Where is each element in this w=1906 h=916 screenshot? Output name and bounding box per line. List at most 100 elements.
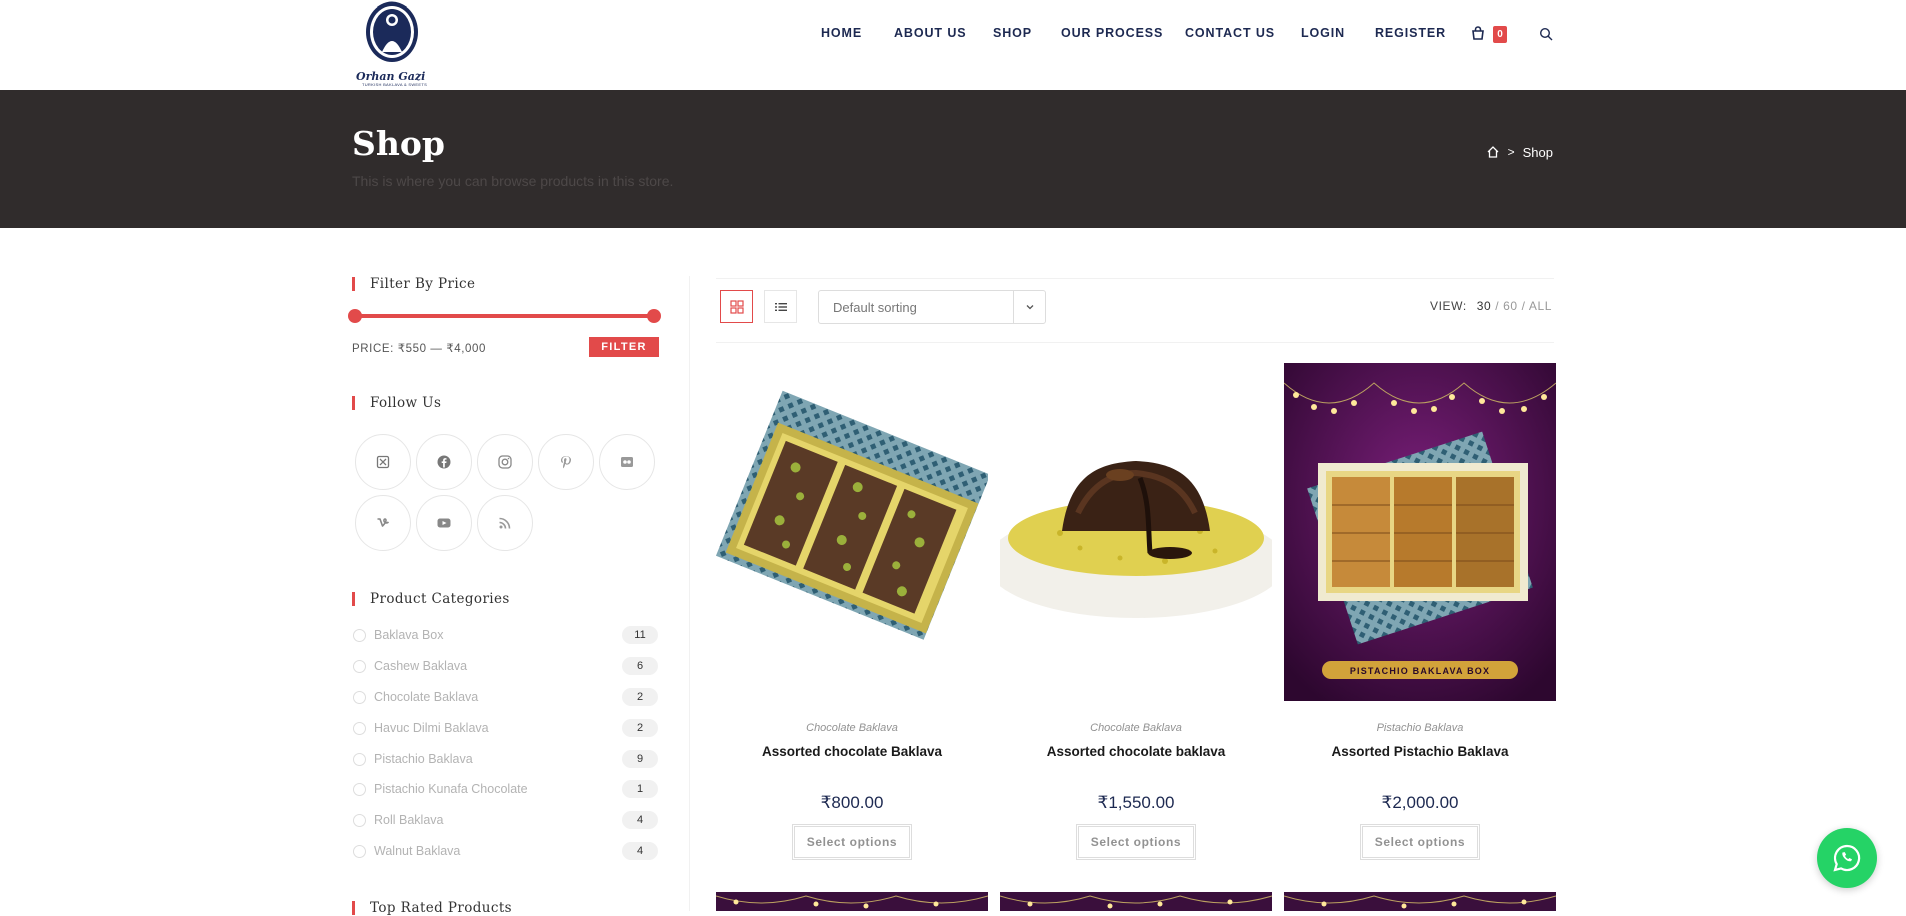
grid-view-button[interactable] <box>720 290 753 323</box>
select-options-button[interactable]: Select options <box>1076 824 1196 860</box>
nav-shop[interactable]: SHOP <box>993 26 1032 40</box>
category-radio[interactable] <box>353 814 366 827</box>
category-radio[interactable] <box>353 783 366 796</box>
flickr-icon[interactable] <box>599 434 655 490</box>
category-name[interactable]: Pistachio Baklava <box>374 752 473 766</box>
breadcrumb-separator: > <box>1507 145 1515 159</box>
category-count: 1 <box>622 780 658 798</box>
product-image[interactable] <box>1000 363 1272 701</box>
nav-our-process[interactable]: OUR PROCESS <box>1061 26 1163 40</box>
category-item[interactable]: Walnut Baklava 4 <box>352 841 658 863</box>
view-option-all[interactable]: ALL <box>1529 299 1552 313</box>
instagram-icon[interactable] <box>477 434 533 490</box>
nav-contact-us[interactable]: CONTACT US <box>1185 26 1275 40</box>
category-radio[interactable] <box>353 845 366 858</box>
select-options-button[interactable]: Select options <box>792 824 912 860</box>
logo-tagline: TURKISH BAKLAVA & SWEETS <box>362 82 428 87</box>
category-item[interactable]: Baklava Box 11 <box>352 625 658 647</box>
product-category[interactable]: Chocolate Baklava <box>1000 722 1272 734</box>
category-name[interactable]: Baklava Box <box>374 628 443 642</box>
category-radio[interactable] <box>353 753 366 766</box>
product-price: ₹2,000.00 <box>1381 793 1459 812</box>
category-name[interactable]: Cashew Baklava <box>374 659 467 673</box>
product-image[interactable]: PISTACHIO BAKLAVA BOX <box>1284 363 1556 701</box>
facebook-icon[interactable] <box>416 434 472 490</box>
content-divider <box>689 276 690 911</box>
view-count: VIEW: 30 / 60 / ALL <box>1430 299 1552 313</box>
select-options-button[interactable]: Select options <box>1360 824 1480 860</box>
category-count: 2 <box>622 719 658 737</box>
search-icon[interactable] <box>1539 27 1553 41</box>
cart-count-badge[interactable]: 0 <box>1493 26 1507 43</box>
pinterest-icon[interactable] <box>538 434 594 490</box>
toolbar-border-bottom <box>716 342 1554 343</box>
category-count: 9 <box>622 750 658 768</box>
top-rated-title: Top Rated Products <box>352 900 512 916</box>
product-image[interactable] <box>716 892 988 911</box>
price-slider-max-handle[interactable] <box>647 309 661 323</box>
home-icon[interactable] <box>1486 145 1500 159</box>
category-name[interactable]: Chocolate Baklava <box>374 690 478 704</box>
follow-us-title: Follow Us <box>352 395 441 411</box>
product-category[interactable]: Chocolate Baklava <box>716 722 988 734</box>
view-count-label: VIEW: <box>1430 299 1467 313</box>
category-item[interactable]: Pistachio Kunafa Chocolate 1 <box>352 779 658 801</box>
category-item[interactable]: Roll Baklava 4 <box>352 810 658 832</box>
product-title[interactable]: Assorted Pistachio Baklava <box>1284 744 1556 759</box>
page-title: Shop <box>352 124 445 163</box>
product-categories-title: Product Categories <box>352 591 510 607</box>
category-name[interactable]: Pistachio Kunafa Chocolate <box>374 782 528 796</box>
category-item[interactable]: Pistachio Baklava 9 <box>352 749 658 771</box>
product-image[interactable] <box>1000 892 1272 911</box>
nav-about-us[interactable]: ABOUT US <box>894 26 966 40</box>
filter-button[interactable]: FILTER <box>589 337 659 357</box>
cart-icon[interactable] <box>1470 25 1486 41</box>
vine-icon[interactable] <box>355 495 411 551</box>
whatsapp-icon <box>1833 844 1861 872</box>
sort-select[interactable]: Default sorting <box>818 290 1046 324</box>
site-header: Orhan Gazi TURKISH BAKLAVA & SWEETS HOME… <box>0 0 1906 90</box>
category-item[interactable]: Havuc Dilmi Baklava 2 <box>352 718 658 740</box>
category-radio[interactable] <box>353 722 366 735</box>
view-option-30[interactable]: 30 <box>1477 299 1492 313</box>
product-price: ₹800.00 <box>820 793 884 812</box>
grid-view-icon <box>729 299 744 314</box>
sort-value: Default sorting <box>833 300 917 315</box>
category-item[interactable]: Chocolate Baklava 2 <box>352 687 658 709</box>
category-count: 2 <box>622 688 658 706</box>
category-radio[interactable] <box>353 691 366 704</box>
youtube-icon[interactable] <box>416 495 472 551</box>
nav-login[interactable]: LOGIN <box>1301 26 1345 40</box>
chevron-down-icon[interactable] <box>1013 291 1045 323</box>
whatsapp-button[interactable] <box>1817 828 1877 888</box>
page-subtitle: This is where you can browse products in… <box>352 173 674 189</box>
price-slider-track[interactable] <box>354 314 654 318</box>
product-title[interactable]: Assorted chocolate Baklava <box>716 744 988 759</box>
list-view-button[interactable] <box>764 290 797 323</box>
category-name[interactable]: Roll Baklava <box>374 813 443 827</box>
page-header-band <box>0 90 1906 228</box>
category-count: 4 <box>622 842 658 860</box>
toolbar-border-top <box>716 278 1554 279</box>
price-slider-min-handle[interactable] <box>348 309 362 323</box>
nav-register[interactable]: REGISTER <box>1375 26 1446 40</box>
breadcrumb: > Shop <box>1486 143 1553 161</box>
product-title[interactable]: Assorted chocolate baklava <box>1000 744 1272 759</box>
view-option-60[interactable]: 60 <box>1503 299 1518 313</box>
rss-icon[interactable] <box>477 495 533 551</box>
category-name[interactable]: Walnut Baklava <box>374 844 460 858</box>
nav-home[interactable]: HOME <box>821 26 862 40</box>
list-view-icon <box>774 302 787 311</box>
category-item[interactable]: Cashew Baklava 6 <box>352 656 658 678</box>
product-image[interactable] <box>1284 892 1556 911</box>
product-category[interactable]: Pistachio Baklava <box>1284 722 1556 734</box>
x-icon[interactable] <box>355 434 411 490</box>
product-price: ₹1,550.00 <box>1097 793 1175 812</box>
filter-price-title: Filter By Price <box>352 276 475 292</box>
product-image[interactable] <box>716 363 988 701</box>
category-radio[interactable] <box>353 660 366 673</box>
product-image-label: PISTACHIO BAKLAVA BOX <box>1350 666 1490 676</box>
category-count: 4 <box>622 811 658 829</box>
category-radio[interactable] <box>353 629 366 642</box>
category-name[interactable]: Havuc Dilmi Baklava <box>374 721 489 735</box>
